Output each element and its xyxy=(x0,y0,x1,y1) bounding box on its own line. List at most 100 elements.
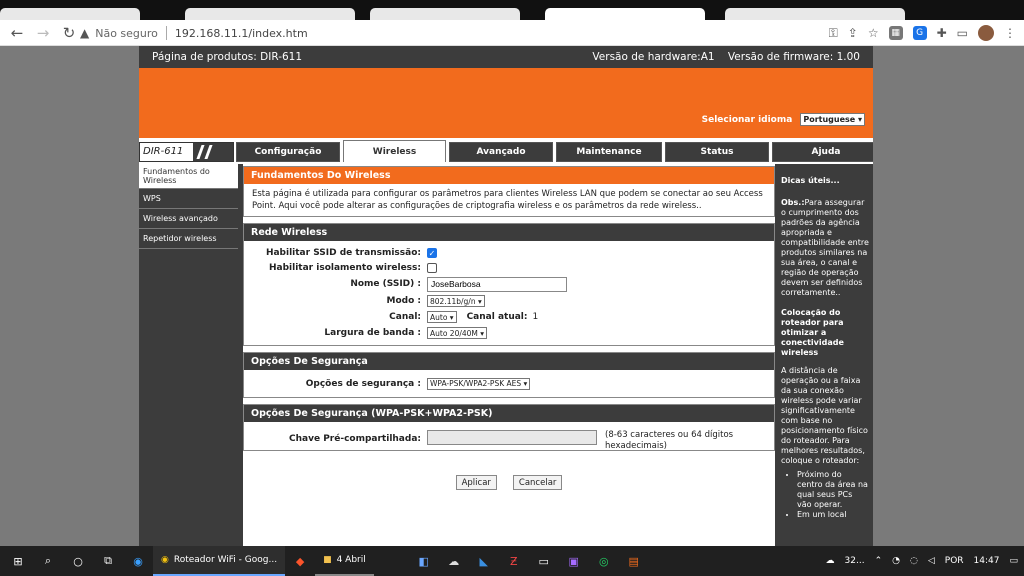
sidepanel-icon[interactable]: ▭ xyxy=(957,26,968,40)
weather-icon[interactable]: ☁ xyxy=(826,556,835,566)
folder-task[interactable]: ■ 4 Abril xyxy=(315,546,374,576)
current-channel-value: 1 xyxy=(532,312,539,322)
security-body: Opções de segurança : WPA-PSK/WPA2-PSK A… xyxy=(244,370,774,397)
search-icon[interactable]: ⌕ xyxy=(38,552,58,570)
language-value: Portuguese xyxy=(803,115,856,124)
app-icon[interactable]: ▣ xyxy=(564,552,584,570)
language-label: Selecionar idioma xyxy=(701,114,793,125)
windows-start-icon[interactable]: ⊞ xyxy=(8,552,28,570)
router-page: Página de produtos: DIR-611 Versão de ha… xyxy=(139,46,873,546)
bandwidth-select[interactable]: Auto 20/40M ▾ xyxy=(427,327,488,339)
security-label: Opções de segurança : xyxy=(305,378,421,389)
browser-tab-active[interactable] xyxy=(545,8,705,20)
security-box: Opções De Segurança Opções de segurança … xyxy=(243,352,775,398)
firmware-version: Versão de firmware: 1.00 xyxy=(727,51,860,63)
placement-list: Próximo do centro da área na qual seus P… xyxy=(797,470,869,520)
rede-wireless-title: Rede Wireless xyxy=(244,224,774,241)
bandwidth-value: Auto 20/40M xyxy=(430,328,478,338)
tab-maintenance[interactable]: Maintenance xyxy=(556,142,662,162)
back-icon[interactable]: ← xyxy=(4,20,30,46)
cancel-button[interactable]: Cancelar xyxy=(512,475,563,490)
main-tabs: Configuração Wireless Avançado Maintenan… xyxy=(236,140,873,162)
tab-wireless[interactable]: Wireless xyxy=(343,140,446,162)
volume-icon[interactable]: ◁ xyxy=(928,556,935,566)
forward-icon[interactable]: → xyxy=(30,20,56,46)
app-icon[interactable]: ◧ xyxy=(414,552,434,570)
router-topbar: Página de produtos: DIR-611 Versão de ha… xyxy=(139,46,873,68)
address-bar[interactable]: ▲ Não seguro 192.168.11.1/index.htm xyxy=(80,23,870,43)
language-indicator[interactable]: POR xyxy=(945,556,964,566)
extension-icon[interactable]: ▦ xyxy=(888,26,903,40)
share-icon[interactable]: ⇪ xyxy=(848,26,858,40)
security-select[interactable]: WPA-PSK/WPA2-PSK AES ▾ xyxy=(427,377,531,390)
app-icon[interactable]: ▤ xyxy=(624,552,644,570)
list-item: Próximo do centro da área na qual seus P… xyxy=(797,470,869,510)
sidebar-item-wireless-avancado[interactable]: Wireless avançado xyxy=(139,209,238,229)
tab-avancado[interactable]: Avançado xyxy=(449,142,553,162)
edge-icon[interactable]: ◉ xyxy=(128,552,148,570)
translate-icon[interactable]: G xyxy=(912,26,927,40)
notification-icon[interactable]: ▭ xyxy=(1009,556,1018,566)
placement-text: A distância de operação ou a faixa da su… xyxy=(781,366,868,465)
star-icon[interactable]: ☆ xyxy=(868,26,879,40)
menu-icon[interactable]: ⋮ xyxy=(1004,26,1016,40)
sidebar-item-repetidor[interactable]: Repetidor wireless xyxy=(139,229,238,249)
language-select[interactable]: Portuguese ▾ xyxy=(800,113,865,126)
product-label: Página de produtos: DIR-611 xyxy=(152,51,303,63)
avatar[interactable] xyxy=(978,25,994,41)
mode-value: 802.11b/g/n xyxy=(430,296,476,306)
ssid-name-label: Nome (SSID) : xyxy=(350,279,421,289)
taskview-icon[interactable]: ⧉ xyxy=(98,552,118,570)
section-title: Fundamentos Do Wireless xyxy=(244,167,774,184)
channel-select[interactable]: Auto ▾ xyxy=(427,311,457,323)
chrome-icon: ◉ xyxy=(161,555,169,565)
tab-ajuda[interactable]: Ajuda xyxy=(772,142,873,162)
toolbar-actions: ⚿ ⇪ ☆ ▦ G ✚ ▭ ⋮ xyxy=(829,23,1016,43)
main-panel: Fundamentos Do Wireless Esta página é ut… xyxy=(243,164,775,546)
intro-text: Esta página é utilizada para configurar … xyxy=(244,184,774,216)
weather-text[interactable]: 32... xyxy=(845,556,865,566)
puzzle-icon[interactable]: ✚ xyxy=(937,26,947,40)
isolation-checkbox[interactable] xyxy=(427,262,437,273)
browser-tab[interactable] xyxy=(725,8,905,20)
vscode-icon[interactable]: ◣ xyxy=(474,552,494,570)
chevron-up-icon[interactable]: ⌃ xyxy=(875,556,883,566)
sidebar-item-wps[interactable]: WPS xyxy=(139,189,238,209)
app-icon[interactable]: ☁ xyxy=(444,552,464,570)
ssid-name-input[interactable] xyxy=(427,276,567,292)
sidebar-item-fundamentos[interactable]: Fundamentos do Wireless xyxy=(139,164,238,189)
filezilla-icon[interactable]: Ƶ xyxy=(504,552,524,570)
wpa-box: Opções De Segurança (WPA-PSK+WPA2-PSK) C… xyxy=(243,404,775,451)
browser-tab[interactable] xyxy=(0,8,140,20)
warning-icon: ▲ xyxy=(80,26,90,40)
brave-icon[interactable]: ◆ xyxy=(290,552,310,570)
wpa-title: Opções De Segurança (WPA-PSK+WPA2-PSK) xyxy=(244,405,774,422)
key-icon[interactable]: ⚿ xyxy=(829,26,838,41)
list-item: Em um local xyxy=(797,510,869,520)
isolation-label: Habilitar isolamento wireless: xyxy=(269,262,421,273)
mode-label: Modo : xyxy=(386,296,422,306)
chrome-task[interactable]: ◉ Roteador WiFi - Goog... xyxy=(153,546,286,576)
tips-panel: Dicas úteis... Obs.:Para assegurar o cum… xyxy=(778,164,873,546)
placement-title: Colocação do roteador para otimizar a co… xyxy=(781,308,844,357)
current-channel-label: Canal atual: xyxy=(466,312,528,322)
tips-title: Dicas úteis... xyxy=(781,176,840,185)
network-icon[interactable]: ◌ xyxy=(910,556,918,566)
browser-tab[interactable] xyxy=(370,8,520,20)
bandwidth-label: Largura de banda : xyxy=(324,328,421,338)
security-label: Não seguro xyxy=(95,26,158,40)
app-icon[interactable]: ◔ xyxy=(892,556,900,566)
browser-tab[interactable] xyxy=(185,8,355,20)
intro-box: Fundamentos Do Wireless Esta página é ut… xyxy=(243,166,775,217)
clock[interactable]: 14:47 xyxy=(974,556,1000,566)
mode-select[interactable]: 802.11b/g/n ▾ xyxy=(427,295,485,307)
reload-icon[interactable]: ↻ xyxy=(56,20,82,46)
ssid-broadcast-checkbox[interactable]: ✓ xyxy=(427,247,437,258)
whatsapp-icon[interactable]: ◎ xyxy=(594,552,614,570)
cortana-icon[interactable]: ○ xyxy=(68,552,88,570)
tab-status[interactable]: Status xyxy=(665,142,769,162)
apply-button[interactable]: Aplicar xyxy=(455,475,497,490)
psk-input[interactable] xyxy=(427,430,597,445)
terminal-icon[interactable]: ▭ xyxy=(534,552,554,570)
tab-configuracao[interactable]: Configuração xyxy=(236,142,340,162)
